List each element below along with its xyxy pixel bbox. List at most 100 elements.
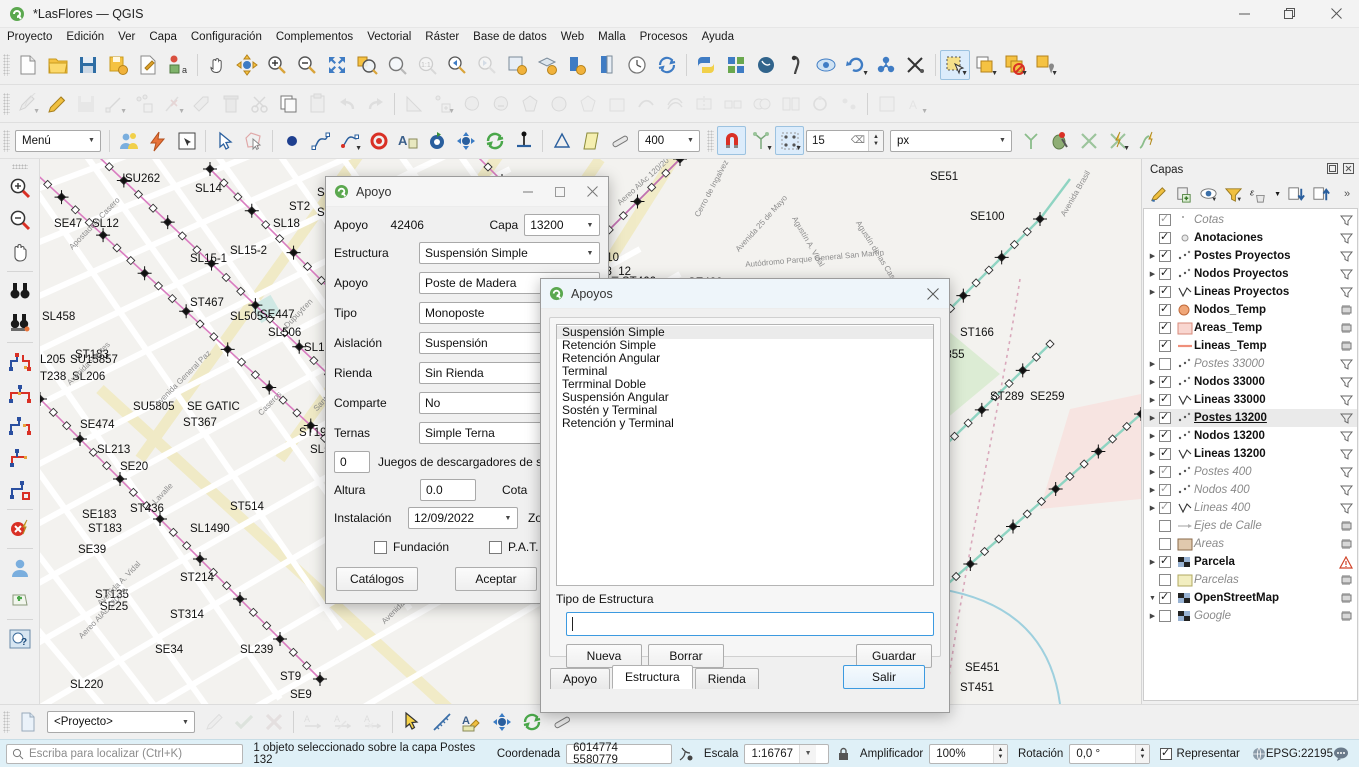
layer-visibility-checkbox[interactable]: [1159, 358, 1171, 370]
menu-item-ver[interactable]: Ver: [111, 30, 142, 44]
open-project-icon[interactable]: [43, 50, 73, 80]
chevron-down-icon[interactable]: ▼: [1051, 70, 1058, 77]
chevron-down-icon[interactable]: ▼: [862, 70, 869, 77]
avoid-overlap-icon[interactable]: [1074, 126, 1103, 155]
aceptar-button[interactable]: Aceptar: [455, 567, 537, 591]
layer-visibility-checkbox[interactable]: [1159, 248, 1171, 262]
layer-row[interactable]: ▶ Postes 13200: [1144, 409, 1357, 427]
cancel-icon[interactable]: [259, 707, 289, 737]
close-icon[interactable]: [1342, 162, 1355, 178]
accept-icon[interactable]: [229, 707, 259, 737]
catalogos-button[interactable]: Catálogos: [336, 567, 418, 591]
tolerance-dropdown[interactable]: 400 ▼: [638, 129, 700, 152]
zoom-in-icon[interactable]: [262, 50, 292, 80]
label-tool-icon[interactable]: A: [393, 126, 422, 155]
layer-filter-icon[interactable]: [1340, 358, 1353, 371]
vertex-tool-icon[interactable]: ▼: [158, 89, 187, 118]
add-part-icon[interactable]: ▼: [428, 89, 457, 118]
add-point-feature-icon[interactable]: [129, 89, 158, 118]
parcel-tool-icon[interactable]: [576, 126, 605, 155]
new-project-icon[interactable]: [13, 50, 43, 80]
tab-apoyo[interactable]: Apoyo: [550, 668, 611, 689]
snap-tracing-icon[interactable]: ▼: [1103, 126, 1132, 155]
globe-icon[interactable]: [1252, 747, 1266, 761]
text-annotation-icon[interactable]: A: [298, 707, 328, 737]
snap-units-dropdown[interactable]: px ▼: [890, 129, 1012, 152]
paste-features-icon[interactable]: [303, 89, 332, 118]
pan-map-icon[interactable]: [202, 50, 232, 80]
style-manager-icon[interactable]: a: [163, 50, 193, 80]
chevron-right-icon[interactable]: ▶: [1146, 288, 1159, 296]
menu-item-ráster[interactable]: Ráster: [418, 30, 466, 44]
layer-visibility-checkbox[interactable]: [1159, 302, 1171, 316]
layer-visibility-checkbox[interactable]: [1159, 574, 1171, 586]
menu-item-base-de-datos[interactable]: Base de datos: [466, 30, 554, 44]
chevron-right-icon[interactable]: ▶: [1146, 360, 1159, 368]
layer-visibility-checkbox[interactable]: [1159, 500, 1171, 514]
layer-row[interactable]: Ejes de Calle: [1144, 517, 1357, 535]
fundacion-checkbox[interactable]: [374, 540, 387, 554]
maximize-restore-button[interactable]: [1267, 0, 1313, 28]
layer-row[interactable]: ▶ Google: [1144, 607, 1357, 625]
refresh-tool-icon[interactable]: [480, 126, 509, 155]
layer-row[interactable]: ▶ Parcela: [1144, 553, 1357, 571]
ground-icon[interactable]: [509, 126, 538, 155]
layer-filter-icon[interactable]: [1340, 430, 1353, 443]
chevron-down-icon[interactable]: ▼: [994, 131, 1011, 151]
offset-point-symbols-icon[interactable]: [834, 89, 863, 118]
zoom-native-icon[interactable]: 1:1: [412, 50, 442, 80]
pat-checkbox[interactable]: [489, 540, 503, 554]
new-document-icon[interactable]: [4, 584, 36, 616]
coordinate-input[interactable]: 6014774 5580779: [566, 742, 672, 766]
layer-filter-icon[interactable]: [1340, 484, 1353, 497]
measure-icon[interactable]: [399, 89, 428, 118]
menu-item-proyecto[interactable]: Proyecto: [0, 30, 59, 44]
add-curve-icon[interactable]: ▼: [335, 126, 364, 155]
save-project-icon[interactable]: [73, 50, 103, 80]
layer-filter-icon[interactable]: [1340, 466, 1353, 479]
coordinate-toggle-icon[interactable]: [678, 746, 694, 762]
warning-icon[interactable]: [1339, 555, 1353, 569]
zoom-in-left-icon[interactable]: [4, 172, 36, 204]
menu-item-complementos[interactable]: Complementos: [269, 30, 360, 44]
menu-item-vectorial[interactable]: Vectorial: [360, 30, 418, 44]
layer-row[interactable]: Cotas: [1144, 211, 1357, 229]
deselect-icon[interactable]: ▼: [1000, 50, 1030, 80]
copy-features-icon[interactable]: [274, 89, 303, 118]
delete-part-icon[interactable]: [602, 89, 631, 118]
snapping-layer-icon[interactable]: ▼: [746, 126, 775, 155]
chevron-right-icon[interactable]: ▶: [1146, 486, 1159, 494]
layer-visibility-checkbox[interactable]: [1159, 482, 1171, 496]
apoyos-close-button[interactable]: [917, 279, 949, 309]
layer-visibility-checkbox[interactable]: [1159, 266, 1171, 280]
move-annotation-icon[interactable]: A: [328, 707, 358, 737]
layer-visibility-checkbox[interactable]: [1159, 374, 1171, 388]
help-search-icon[interactable]: ?: [4, 623, 36, 655]
layer-visibility-checkbox[interactable]: [1159, 610, 1171, 622]
select-arrow-icon[interactable]: [210, 126, 239, 155]
clear-icon[interactable]: ⌫: [851, 135, 868, 146]
merge-attributes-icon[interactable]: [776, 89, 805, 118]
toolbar-grip[interactable]: [3, 54, 10, 76]
layer-row[interactable]: ▶ Nodos 33000: [1144, 373, 1357, 391]
menu-item-web[interactable]: Web: [554, 30, 591, 44]
apoyos-dialog[interactable]: Apoyos Suspensión Simple Retención Simple…: [540, 278, 950, 713]
layer-row[interactable]: ▶ Lineas Proyectos: [1144, 283, 1357, 301]
edit-annotation-icon[interactable]: [199, 707, 229, 737]
chevron-down-icon[interactable]: ▼: [355, 145, 362, 152]
chevron-down-icon[interactable]: ▼: [1236, 197, 1242, 203]
layer-visibility-checkbox[interactable]: [1159, 464, 1171, 478]
snap-intersection-icon[interactable]: [1016, 126, 1045, 155]
merge-features-icon[interactable]: [747, 89, 776, 118]
toolbar-grip[interactable]: [3, 711, 10, 733]
tipo-estructura-input[interactable]: [566, 612, 934, 636]
chevron-down-icon[interactable]: ▼: [1123, 145, 1130, 152]
chevron-down-icon[interactable]: ▼: [581, 250, 599, 257]
layer-row[interactable]: Areas: [1144, 535, 1357, 553]
magnet-icon[interactable]: [717, 126, 746, 155]
toolbar-grip[interactable]: [3, 129, 10, 152]
layer-filter-icon[interactable]: [1340, 250, 1353, 263]
manage-visibility-icon[interactable]: ▼: [1196, 182, 1220, 206]
layer-row[interactable]: Parcelas: [1144, 571, 1357, 589]
tab-estructura[interactable]: Estructura: [612, 665, 693, 689]
